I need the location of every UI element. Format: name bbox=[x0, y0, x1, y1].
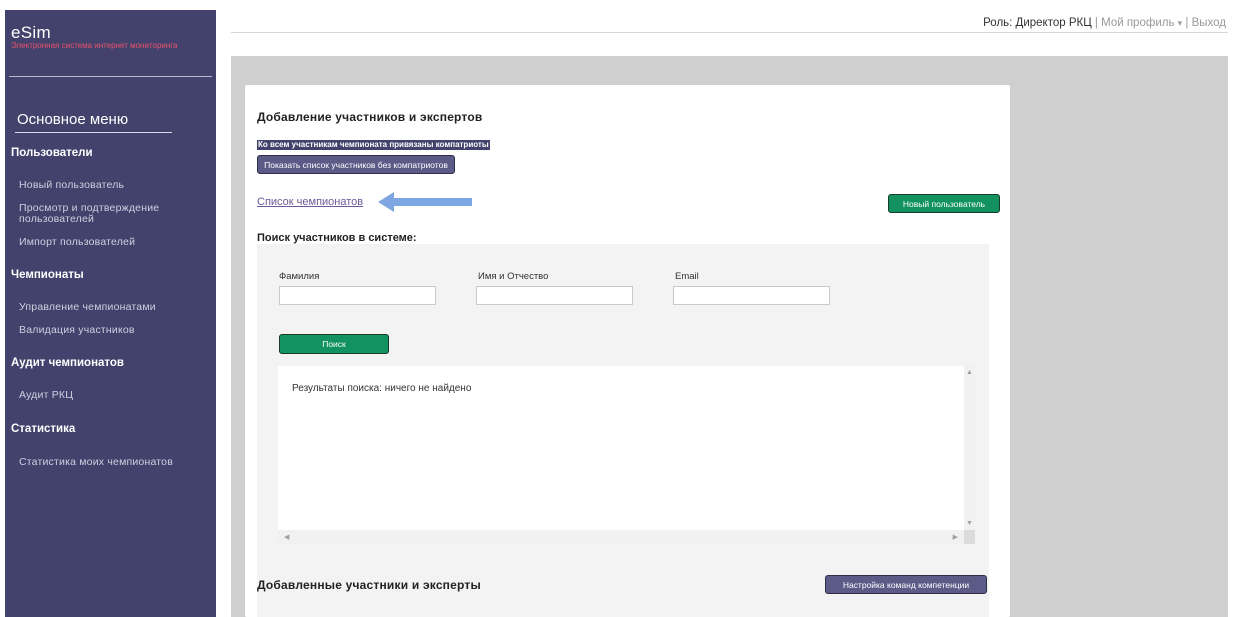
search-section-title: Поиск участников в системе: bbox=[257, 232, 417, 244]
sidebar-item-validate-participants[interactable]: Валидация участников bbox=[19, 325, 135, 336]
sidebar-divider bbox=[9, 76, 212, 77]
added-participants-panel bbox=[257, 607, 989, 617]
brand-subtitle: Электронная система интернет мониторинга bbox=[11, 41, 178, 50]
results-text: Результаты поиска: ничего не найдено bbox=[292, 383, 472, 394]
show-without-compatriots-button[interactable]: Показать список участников без компатрио… bbox=[257, 155, 455, 174]
scroll-up-icon[interactable]: ▲ bbox=[966, 369, 973, 376]
role-label: Роль: Директор РКЦ bbox=[983, 17, 1092, 29]
section-audit: Аудит чемпионатов bbox=[11, 357, 124, 369]
sidebar-item-view-users[interactable]: Просмотр и подтверждение пользователей bbox=[19, 203, 204, 225]
vertical-scrollbar[interactable]: ▲ ▼ bbox=[964, 366, 975, 544]
sidebar-item-manage-championships[interactable]: Управление чемпионатами bbox=[19, 302, 156, 313]
sidebar-item-audit-rkc[interactable]: Аудит РКЦ bbox=[19, 390, 73, 401]
team-settings-button[interactable]: Настройка команд компетенции bbox=[825, 575, 987, 594]
main-menu-heading: Основное меню bbox=[17, 111, 129, 128]
search-panel: Фамилия Имя и Отчество Email Поиск Резул… bbox=[257, 244, 989, 617]
page: eSim Электронная система интернет монито… bbox=[0, 0, 1236, 617]
search-button[interactable]: Поиск bbox=[279, 334, 389, 354]
new-user-button[interactable]: Новый пользователь bbox=[888, 194, 1000, 213]
added-participants-title: Добавленные участники и эксперты bbox=[257, 578, 481, 592]
chevron-down-icon[interactable]: ▾ bbox=[1178, 18, 1183, 28]
scroll-right-icon[interactable]: ▶ bbox=[953, 533, 958, 541]
scroll-left-icon[interactable]: ◀ bbox=[284, 533, 289, 541]
sidebar-item-my-stats[interactable]: Статистика моих чемпионатов bbox=[19, 457, 173, 468]
left-arrow-icon bbox=[378, 192, 472, 212]
search-results: Результаты поиска: ничего не найдено ▲ ▼… bbox=[278, 366, 975, 544]
email-input[interactable] bbox=[673, 286, 830, 305]
name-input[interactable] bbox=[476, 286, 633, 305]
section-users: Пользователи bbox=[11, 147, 93, 159]
brand-logo[interactable]: eSim bbox=[11, 23, 51, 43]
scroll-down-icon[interactable]: ▼ bbox=[966, 520, 973, 527]
lastname-label: Фамилия bbox=[279, 271, 320, 282]
logout-link[interactable]: Выход bbox=[1192, 17, 1226, 29]
championships-list-link[interactable]: Список чемпионатов bbox=[257, 196, 363, 208]
horizontal-scrollbar[interactable]: ◀ ▶ bbox=[278, 530, 975, 544]
main-menu-underline bbox=[15, 132, 172, 133]
notice-badge: Ко всем участникам чемпионата привязаны … bbox=[257, 140, 490, 150]
email-label: Email bbox=[675, 271, 699, 282]
user-menu: Роль: Директор РКЦ | Мой профиль ▾ | Вых… bbox=[983, 17, 1226, 29]
main-card: Добавление участников и экспертов Ко все… bbox=[245, 85, 1010, 617]
section-statistics: Статистика bbox=[11, 423, 76, 435]
name-label: Имя и Отчество bbox=[478, 271, 549, 282]
sidebar-item-import-users[interactable]: Импорт пользователей bbox=[19, 237, 135, 248]
sidebar-item-new-user[interactable]: Новый пользователь bbox=[19, 180, 124, 191]
lastname-input[interactable] bbox=[279, 286, 436, 305]
sidebar: eSim Электронная система интернет монито… bbox=[5, 10, 216, 617]
page-title: Добавление участников и экспертов bbox=[257, 110, 483, 124]
section-championships: Чемпионаты bbox=[11, 269, 84, 281]
scrollbar-corner bbox=[964, 530, 975, 544]
profile-link[interactable]: Мой профиль bbox=[1101, 17, 1174, 29]
header-divider bbox=[231, 32, 1228, 33]
